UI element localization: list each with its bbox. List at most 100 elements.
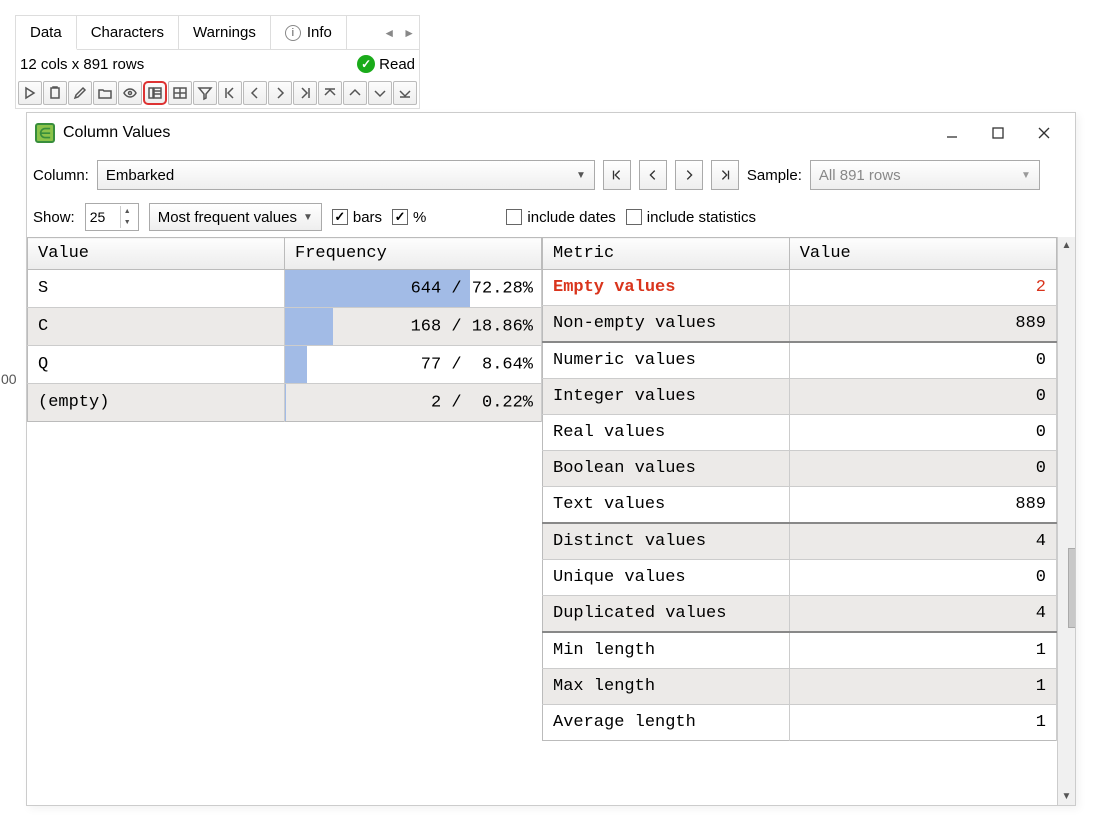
metric-cell: Max length <box>543 669 790 705</box>
chevron-down-icon: ▼ <box>576 170 586 181</box>
show-count-input[interactable] <box>86 209 120 225</box>
tab-data[interactable]: Data <box>16 16 77 50</box>
checkbox-icon <box>392 209 408 225</box>
metric-value-cell: 0 <box>789 451 1056 487</box>
tab-next-icon[interactable]: ► <box>399 22 419 44</box>
chevron-down-icon: ▼ <box>1021 170 1031 181</box>
metric-cell: Boolean values <box>543 451 790 487</box>
table-row[interactable]: Min length1 <box>543 632 1057 669</box>
tab-warnings[interactable]: Warnings <box>179 16 271 49</box>
column-values-icon[interactable] <box>143 81 167 105</box>
frequency-cell: 168 / 18.86% <box>285 308 542 346</box>
arrow-first-icon[interactable] <box>218 81 242 105</box>
close-button[interactable] <box>1021 117 1067 149</box>
metric-value-cell: 1 <box>789 705 1056 741</box>
clipboard-icon[interactable] <box>43 81 67 105</box>
scroll-thumb[interactable] <box>1068 548 1076 628</box>
value-cell: S <box>28 270 285 308</box>
table-row[interactable]: S644 / 72.28% <box>28 270 542 308</box>
arrow-left-icon[interactable] <box>243 81 267 105</box>
first-column-button[interactable] <box>603 160 631 190</box>
table-row[interactable]: Boolean values0 <box>543 451 1057 487</box>
info-icon: i <box>285 25 301 41</box>
metric-cell: Numeric values <box>543 342 790 379</box>
tab-prev-icon[interactable]: ◄ <box>379 22 399 44</box>
arrow-right-icon[interactable] <box>268 81 292 105</box>
options-row: Show: ▲▼ Most frequent values ▼ bars % i… <box>27 197 1075 237</box>
metric-cell: Text values <box>543 487 790 524</box>
arrow-bottom-icon[interactable] <box>393 81 417 105</box>
arrow-down-icon[interactable] <box>368 81 392 105</box>
include-statistics-checkbox[interactable]: include statistics <box>626 209 756 226</box>
bars-checkbox[interactable]: bars <box>332 209 382 226</box>
tab-label: Data <box>30 24 62 41</box>
table-row[interactable]: Empty values2 <box>543 270 1057 306</box>
table-row[interactable]: Real values0 <box>543 415 1057 451</box>
tabs-row: Data Characters Warnings i Info ◄ ► <box>16 16 419 50</box>
table-row[interactable]: Text values889 <box>543 487 1057 524</box>
frequency-bar <box>285 346 307 383</box>
frequency-bar <box>285 384 286 421</box>
table-row[interactable]: Q 77 / 8.64% <box>28 346 542 384</box>
table-row[interactable]: Distinct values4 <box>543 523 1057 560</box>
sample-combo[interactable]: All 891 rows ▼ <box>810 160 1040 190</box>
percent-checkbox[interactable]: % <box>392 209 426 226</box>
filter-icon[interactable] <box>193 81 217 105</box>
arrow-top-icon[interactable] <box>318 81 342 105</box>
frequency-table: Value Frequency S644 / 72.28%C 168 / 18.8… <box>27 237 542 422</box>
table-row[interactable]: Duplicated values4 <box>543 596 1057 633</box>
folder-icon[interactable] <box>93 81 117 105</box>
play-icon[interactable] <box>18 81 42 105</box>
eye-icon[interactable] <box>118 81 142 105</box>
column-combo[interactable]: Embarked ▼ <box>97 160 595 190</box>
value-cell: C <box>28 308 285 346</box>
table-row[interactable]: (empty) 2 / 0.22% <box>28 384 542 422</box>
grid-icon[interactable] <box>168 81 192 105</box>
include-dates-checkbox[interactable]: include dates <box>506 209 615 226</box>
last-column-button[interactable] <box>711 160 739 190</box>
checkbox-icon <box>626 209 642 225</box>
read-label: Read <box>379 56 415 73</box>
arrow-last-icon[interactable] <box>293 81 317 105</box>
minimize-button[interactable] <box>929 117 975 149</box>
scroll-up-icon[interactable]: ▲ <box>1062 237 1072 254</box>
prev-column-button[interactable] <box>639 160 667 190</box>
metric-cell: Duplicated values <box>543 596 790 633</box>
arrow-up-icon[interactable] <box>343 81 367 105</box>
metric-value-cell: 2 <box>789 270 1056 306</box>
metrics-header-metric[interactable]: Metric <box>543 238 790 270</box>
freq-header-value[interactable]: Value <box>28 238 285 270</box>
tab-label: Characters <box>91 24 164 41</box>
show-count-spinner[interactable]: ▲▼ <box>85 203 139 231</box>
frequency-text: 168 / 18.86% <box>411 317 533 336</box>
metrics-header-value[interactable]: Value <box>789 238 1056 270</box>
metric-value-cell: 4 <box>789 596 1056 633</box>
tab-info[interactable]: i Info <box>271 16 347 49</box>
table-row[interactable]: C 168 / 18.86% <box>28 308 542 346</box>
maximize-button[interactable] <box>975 117 1021 149</box>
scrollbar[interactable]: ▲ ▼ <box>1057 237 1075 805</box>
table-row[interactable]: Integer values0 <box>543 379 1057 415</box>
freq-header-frequency[interactable]: Frequency <box>285 238 542 270</box>
table-row[interactable]: Max length1 <box>543 669 1057 705</box>
table-row[interactable]: Numeric values0 <box>543 342 1057 379</box>
metric-value-cell: 889 <box>789 487 1056 524</box>
frequency-table-wrap: Value Frequency S644 / 72.28%C 168 / 18.8… <box>27 237 542 805</box>
table-row[interactable]: Average length1 <box>543 705 1057 741</box>
table-row[interactable]: Non-empty values889 <box>543 306 1057 343</box>
scroll-down-icon[interactable]: ▼ <box>1062 788 1072 805</box>
metric-value-cell: 0 <box>789 342 1056 379</box>
metric-cell: Real values <box>543 415 790 451</box>
pencil-icon[interactable] <box>68 81 92 105</box>
chevron-down-icon: ▼ <box>303 212 313 223</box>
metric-value-cell: 0 <box>789 415 1056 451</box>
sample-label: Sample: <box>747 167 802 184</box>
check-icon: ✓ <box>357 55 375 73</box>
tab-characters[interactable]: Characters <box>77 16 179 49</box>
spin-up-icon[interactable]: ▲ <box>121 206 134 217</box>
spin-down-icon[interactable]: ▼ <box>121 217 134 228</box>
mode-combo[interactable]: Most frequent values ▼ <box>149 203 322 231</box>
frequency-bar <box>285 308 333 345</box>
next-column-button[interactable] <box>675 160 703 190</box>
table-row[interactable]: Unique values0 <box>543 560 1057 596</box>
